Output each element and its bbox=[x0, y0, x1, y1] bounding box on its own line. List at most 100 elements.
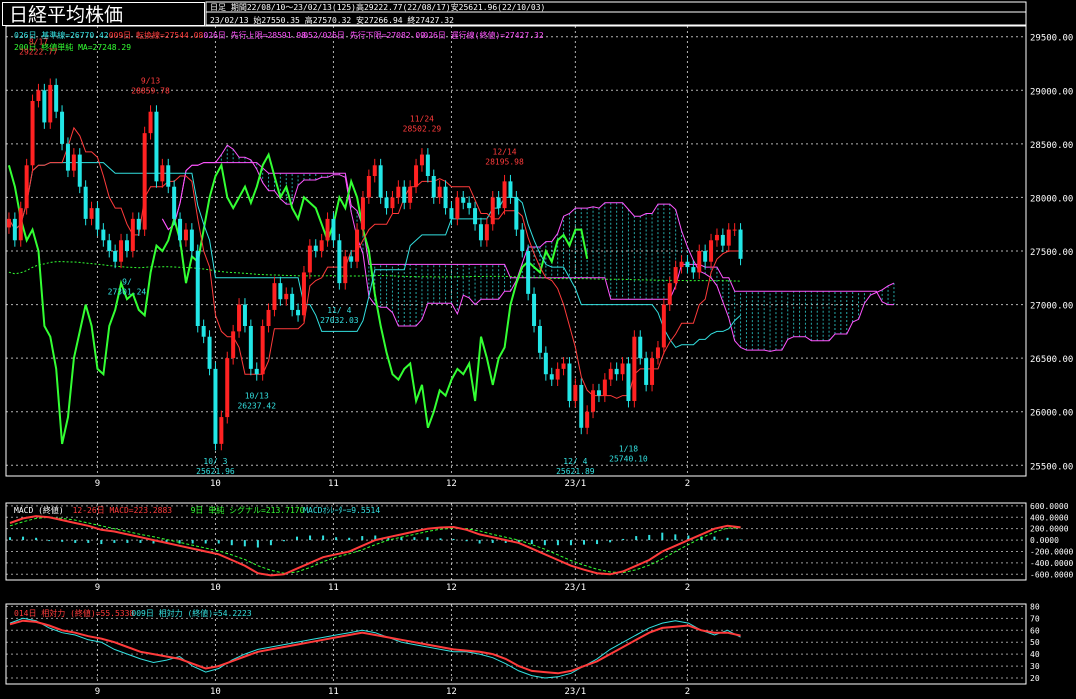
x-axis-label-macd: 12 bbox=[446, 583, 457, 593]
macd-osc-bar bbox=[191, 540, 194, 544]
price-tick-label: 28000.00 bbox=[1030, 194, 1073, 204]
macd-osc-bar bbox=[609, 540, 612, 543]
candle-body bbox=[266, 309, 271, 326]
rsi-tick-label: 30 bbox=[1030, 662, 1040, 671]
annotation-value: 25621.96 bbox=[196, 467, 235, 476]
macd-osc-bar bbox=[739, 539, 742, 541]
candle-body bbox=[478, 224, 483, 241]
macd-osc-bar bbox=[556, 540, 559, 546]
macd-osc-bar bbox=[100, 540, 103, 545]
annotation-date: 10/ 3 bbox=[203, 457, 227, 466]
legend-main-item: 052/026日 先行下限=27082.09 bbox=[303, 30, 425, 40]
candle-body bbox=[461, 197, 466, 203]
macd-osc-bar bbox=[309, 535, 312, 541]
macd-osc-bar bbox=[230, 540, 233, 546]
candle-body bbox=[402, 186, 407, 203]
candle-body bbox=[614, 368, 619, 375]
rsi-tick-label: 40 bbox=[1030, 650, 1040, 659]
candle-body bbox=[679, 261, 684, 268]
candle-body bbox=[237, 304, 242, 332]
macd-tick-label: 400.0000 bbox=[1030, 513, 1069, 522]
candle-body bbox=[378, 165, 383, 198]
rsi9-line bbox=[9, 617, 741, 679]
macd-osc-bar bbox=[126, 540, 129, 543]
x-axis-label-price: 9 bbox=[95, 479, 100, 489]
rsi14-line bbox=[9, 619, 741, 675]
macd-osc-bar bbox=[361, 536, 364, 541]
annotation-date: 12/ 4 bbox=[563, 457, 587, 466]
candle-body bbox=[201, 326, 206, 337]
x-axis-label-rsi: 10 bbox=[210, 687, 221, 697]
macd-osc-bar bbox=[413, 537, 416, 541]
candle-body bbox=[195, 251, 200, 326]
candle-body bbox=[248, 326, 253, 369]
macd-osc-bar bbox=[452, 538, 455, 541]
macd-osc-bar bbox=[622, 538, 625, 541]
macd-osc-bar bbox=[204, 540, 207, 544]
macd-osc-bar bbox=[439, 538, 442, 541]
macd-osc-bar bbox=[9, 537, 11, 541]
macd-osc-bar bbox=[478, 540, 481, 544]
macd-osc-bar bbox=[139, 540, 142, 543]
candle-body bbox=[337, 240, 342, 284]
candle-body bbox=[36, 90, 41, 101]
macd-tick-label: 0.0000 bbox=[1030, 536, 1059, 545]
candle-body bbox=[437, 186, 442, 198]
candle-body bbox=[231, 331, 236, 359]
candle-body bbox=[443, 186, 448, 209]
candle-body bbox=[30, 101, 35, 166]
macd-tick-label: 600.0000 bbox=[1030, 502, 1069, 511]
macd-tick-label: -600.0000 bbox=[1030, 570, 1074, 579]
candle-body bbox=[183, 229, 188, 241]
candle-body bbox=[496, 197, 501, 209]
annotation-date: 11/24 bbox=[410, 115, 434, 124]
x-axis-label-macd: 9 bbox=[95, 583, 100, 593]
candle-body bbox=[6, 218, 11, 228]
candle-body bbox=[301, 272, 306, 316]
candle-body bbox=[325, 218, 330, 241]
candle-body bbox=[189, 229, 194, 251]
macd-osc-bar bbox=[726, 537, 729, 541]
macd-osc-bar bbox=[35, 537, 38, 541]
macd-osc-bar bbox=[269, 540, 272, 546]
candle-body bbox=[24, 165, 29, 209]
macd-osc-bar bbox=[635, 536, 638, 541]
macd-osc-bar bbox=[61, 540, 64, 542]
candle-body bbox=[414, 165, 419, 187]
x-axis-label-rsi: 2 bbox=[685, 687, 690, 697]
candle-body bbox=[526, 251, 531, 294]
annotation-date: 8/17 bbox=[29, 37, 48, 46]
candle-body bbox=[83, 186, 88, 219]
candle-body bbox=[71, 154, 76, 171]
annotation-value: 25621.89 bbox=[556, 467, 595, 476]
candle-body bbox=[484, 224, 489, 241]
annotation-value: 28195.98 bbox=[485, 157, 524, 166]
candle-body bbox=[360, 197, 365, 230]
candle-body bbox=[225, 358, 230, 418]
x-axis-label-price: 23/1 bbox=[565, 479, 587, 489]
candle-body bbox=[178, 218, 183, 241]
candle-body bbox=[124, 240, 129, 251]
price-tick-label: 25500.00 bbox=[1030, 462, 1073, 472]
candle-body bbox=[520, 229, 525, 251]
candle-body bbox=[119, 240, 124, 262]
candle-body bbox=[89, 208, 94, 219]
candle-body bbox=[549, 374, 554, 380]
candle-body bbox=[242, 304, 247, 326]
annotation-date: 9/13 bbox=[141, 76, 160, 85]
candle-body bbox=[154, 111, 159, 182]
candle-body bbox=[12, 218, 17, 241]
candle-body bbox=[390, 197, 395, 209]
macd-osc-bar bbox=[243, 540, 246, 547]
header-ohlc-text: 23/02/13 始27550.35 高27570.32 安27266.94 終… bbox=[210, 15, 454, 25]
annotation-date: 9/ bbox=[122, 277, 132, 286]
annotation-date: 11/ 4 bbox=[327, 306, 351, 315]
candle-body bbox=[561, 363, 566, 369]
macd-osc-bar bbox=[74, 540, 77, 543]
candle-body bbox=[490, 197, 495, 225]
macd-osc-bar bbox=[348, 537, 351, 541]
legend-rsi-item: 009日 相対力 (終値)=54.2223 bbox=[131, 608, 251, 618]
candle-body bbox=[278, 283, 283, 300]
x-axis-label-rsi: 23/1 bbox=[565, 687, 587, 697]
rsi-tick-label: 70 bbox=[1030, 614, 1040, 623]
